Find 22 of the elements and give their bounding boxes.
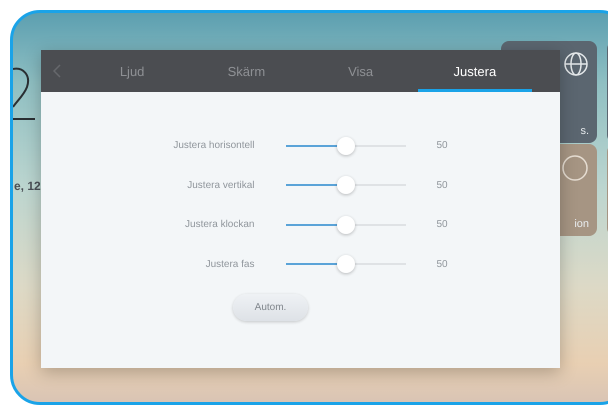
globe-icon xyxy=(563,51,589,77)
slider-thumb[interactable] xyxy=(336,216,354,234)
slider-label: Justera klockan xyxy=(184,219,254,230)
date-text: e, 12 xyxy=(14,179,41,193)
back-icon xyxy=(53,64,61,78)
tab[interactable]: Visa xyxy=(304,50,418,92)
slider-value: 50 xyxy=(436,180,449,191)
slider-thumb[interactable] xyxy=(336,255,354,274)
ring-icon xyxy=(561,154,589,182)
slider-label: Justera horisontell xyxy=(172,140,254,152)
slider-label: Justera fas xyxy=(204,258,254,270)
slider-value: 50 xyxy=(436,219,449,230)
auto-button[interactable]: Autom. xyxy=(233,294,308,321)
tab[interactable]: Ljud xyxy=(75,50,190,92)
slider-thumb[interactable] xyxy=(336,136,354,155)
slider-thumb[interactable] xyxy=(336,176,354,194)
slider-label: Justera vertikal xyxy=(186,180,254,191)
slider-value: 50 xyxy=(436,140,449,152)
tile-label: s. xyxy=(580,125,589,137)
tab[interactable]: Skärm xyxy=(189,50,304,92)
tile-label: ion xyxy=(574,218,589,230)
slider-value: 50 xyxy=(436,258,449,270)
